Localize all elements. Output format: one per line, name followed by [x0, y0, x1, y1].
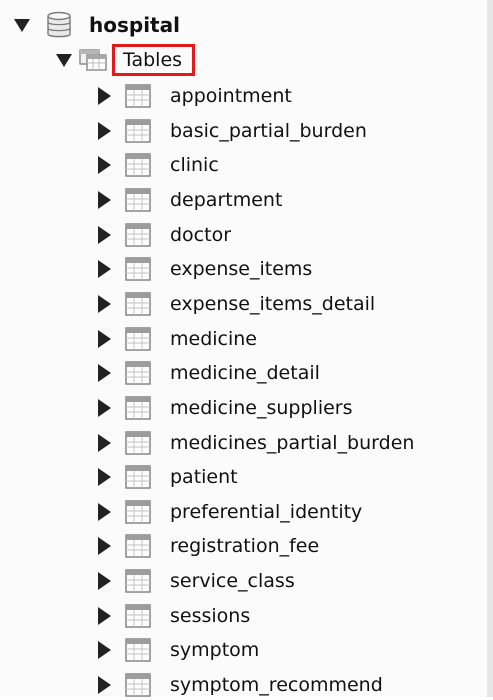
expand-arrow-icon[interactable] — [98, 468, 111, 487]
table-icon — [125, 604, 151, 628]
expand-arrow-icon[interactable] — [98, 225, 111, 244]
tree-node-table[interactable]: medicine_suppliers — [98, 393, 353, 423]
table-icon — [125, 153, 151, 177]
database-name: hospital — [89, 13, 180, 37]
expand-arrow-icon[interactable] — [98, 121, 111, 140]
table-name: department — [170, 188, 283, 211]
table-name: symptom_recommend — [170, 674, 383, 697]
collapse-arrow-icon[interactable] — [56, 53, 72, 67]
table-name: registration_fee — [170, 535, 320, 558]
tables-folder-icon — [79, 49, 107, 71]
table-icon — [125, 673, 151, 697]
expand-arrow-icon[interactable] — [98, 606, 111, 625]
expand-arrow-icon[interactable] — [98, 641, 111, 660]
table-name: medicines_partial_burden — [170, 431, 415, 454]
tree-node-table[interactable]: symptom_recommend — [98, 670, 383, 700]
tree-node-table[interactable]: expense_items_detail — [98, 289, 375, 319]
tree-node-table[interactable]: doctor — [98, 220, 231, 250]
schema-tree: hospital Tables appointment basic_partial… — [0, 0, 493, 697]
table-name: expense_items_detail — [170, 292, 376, 315]
table-name: sessions — [170, 604, 251, 627]
expand-arrow-icon[interactable] — [98, 537, 111, 556]
tree-node-table[interactable]: sessions — [98, 601, 250, 631]
expand-arrow-icon[interactable] — [98, 87, 111, 105]
table-name: doctor — [170, 223, 232, 246]
table-icon — [125, 118, 151, 143]
table-name: appointment — [170, 85, 292, 107]
tree-node-table[interactable]: preferential_identity — [98, 497, 362, 527]
table-icon — [125, 534, 151, 559]
tree-node-table[interactable]: expense_items — [98, 254, 312, 284]
table-name: expense_items — [170, 258, 313, 281]
table-icon — [125, 465, 151, 489]
table-icon — [125, 500, 151, 524]
table-name: medicine — [170, 327, 257, 350]
tree-node-table[interactable]: symptom — [98, 635, 259, 665]
table-name: basic_partial_burden — [170, 119, 367, 142]
table-icon — [125, 292, 151, 316]
table-name: symptom — [170, 639, 260, 662]
table-icon — [125, 396, 151, 420]
tree-node-table[interactable]: medicines_partial_burden — [98, 428, 414, 458]
table-icon — [125, 222, 151, 247]
tree-node-table[interactable]: department — [98, 185, 282, 215]
expand-arrow-icon[interactable] — [98, 329, 111, 348]
table-name: service_class — [170, 570, 295, 593]
table-name: medicine_detail — [170, 362, 320, 385]
tree-node-tables-folder[interactable]: Tables — [56, 44, 196, 76]
table-name: medicine_suppliers — [170, 396, 353, 419]
expand-arrow-icon[interactable] — [98, 676, 111, 695]
expand-arrow-icon[interactable] — [98, 156, 111, 175]
table-icon — [125, 188, 151, 212]
table-icon — [125, 430, 151, 455]
expand-arrow-icon[interactable] — [98, 398, 111, 417]
expand-arrow-icon[interactable] — [98, 572, 111, 591]
tree-node-table[interactable]: appointment — [98, 81, 292, 111]
expand-arrow-icon[interactable] — [98, 433, 111, 452]
table-name: patient — [170, 466, 238, 489]
expand-arrow-icon[interactable] — [98, 502, 111, 521]
tree-node-table[interactable]: registration_fee — [98, 531, 319, 561]
expand-arrow-icon[interactable] — [98, 294, 111, 313]
table-name: preferential_identity — [170, 500, 363, 523]
tree-node-table[interactable]: clinic — [98, 150, 219, 180]
table-icon — [125, 257, 151, 281]
tree-node-table[interactable]: service_class — [98, 566, 295, 596]
table-icon — [125, 84, 151, 108]
tree-node-table[interactable]: medicine — [98, 324, 257, 354]
table-icon — [125, 638, 151, 663]
database-icon — [47, 11, 71, 38]
table-icon — [125, 361, 151, 385]
tree-node-database[interactable]: hospital — [14, 10, 180, 40]
table-icon — [125, 326, 151, 351]
expand-arrow-icon[interactable] — [98, 364, 111, 383]
collapse-arrow-icon[interactable] — [14, 18, 30, 32]
expand-arrow-icon[interactable] — [98, 260, 111, 279]
tables-folder-label: Tables — [112, 44, 196, 76]
tree-node-table[interactable]: patient — [98, 462, 238, 492]
expand-arrow-icon[interactable] — [98, 190, 111, 209]
tree-node-table[interactable]: basic_partial_burden — [98, 116, 367, 146]
tree-node-table[interactable]: medicine_detail — [98, 358, 320, 388]
table-name: clinic — [170, 154, 219, 177]
table-icon — [125, 569, 151, 593]
